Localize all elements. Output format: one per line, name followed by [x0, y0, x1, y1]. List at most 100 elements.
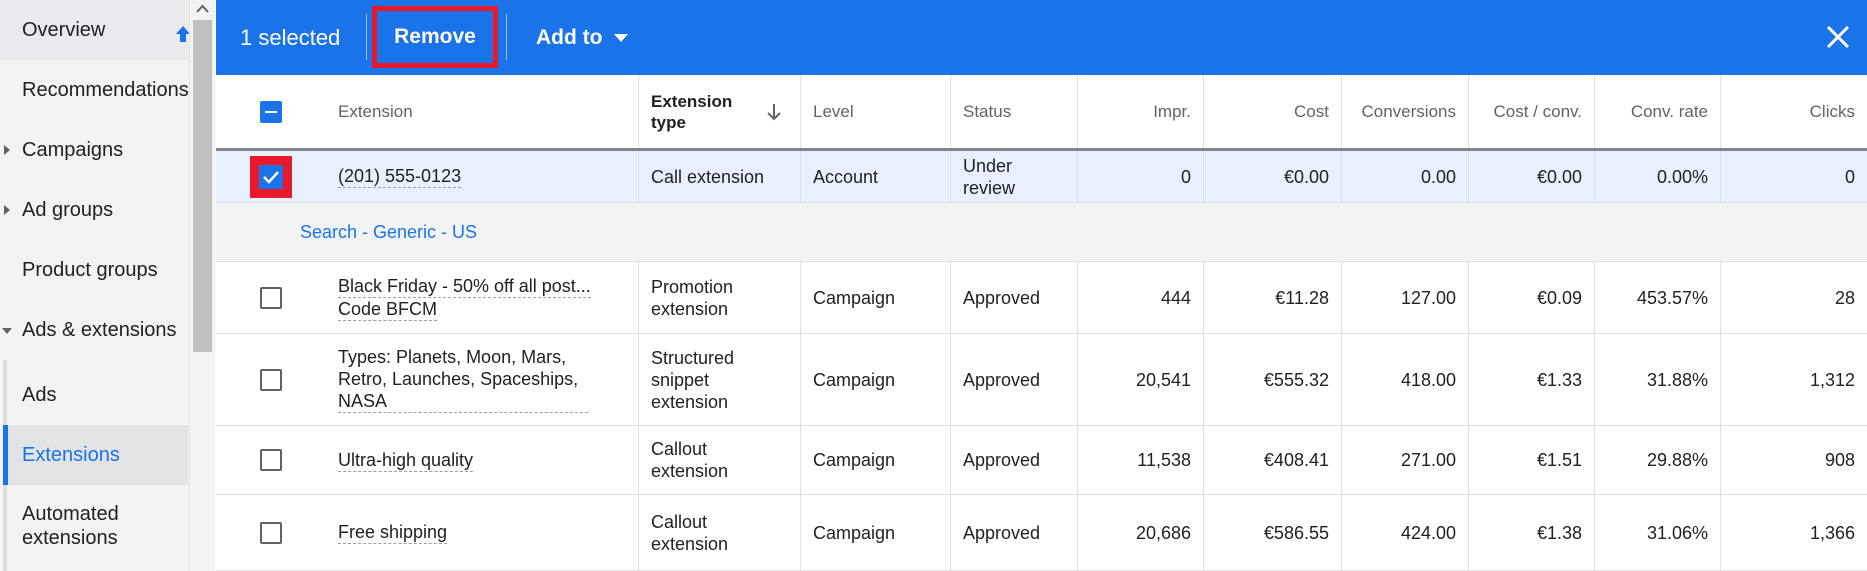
table-row[interactable]: Free shipping Callout extension Campaign… — [216, 495, 1867, 571]
cell-cost-per-conv: €1.38 — [1469, 495, 1595, 570]
close-icon[interactable] — [1823, 22, 1853, 52]
cell-level: Campaign — [801, 495, 951, 570]
cell-extension-type: Callout extension — [639, 495, 801, 570]
expand-caret-icon[interactable] — [4, 145, 10, 155]
cell-text: 0 — [1180, 166, 1191, 187]
col-header-extension[interactable]: Extension — [326, 75, 639, 148]
select-all-cell — [216, 75, 326, 148]
cell-text: 453.57% — [1636, 287, 1708, 308]
cell-clicks: 908 — [1721, 426, 1867, 494]
cell-level: Campaign — [801, 262, 951, 333]
cell-cost: €586.55 — [1204, 495, 1342, 570]
cell-impr: 444 — [1078, 262, 1204, 333]
table-row-selected[interactable]: (201) 555-0123 Call extension Account Un… — [216, 151, 1867, 203]
sidebar-item-label: Campaigns — [22, 138, 124, 161]
cell-extension[interactable]: (201) 555-0123 — [326, 151, 639, 202]
add-to-button[interactable]: Add to — [536, 0, 629, 75]
row-checkbox-cell — [216, 262, 326, 333]
sidebar-item-label: Product groups — [22, 258, 158, 281]
cell-cost-per-conv: €1.51 — [1469, 426, 1595, 494]
extension-link[interactable]: Free shipping — [338, 521, 448, 544]
sidebar-item-ads[interactable]: Ads — [6, 365, 188, 425]
extension-link[interactable]: Types: Planets, Moon, Mars, Retro, Launc… — [338, 346, 588, 413]
row-checkbox[interactable] — [260, 368, 282, 391]
cell-text: Campaign — [813, 287, 896, 308]
cell-text: 31.88% — [1646, 369, 1708, 390]
cell-extension[interactable]: Types: Planets, Moon, Mars, Retro, Launc… — [326, 334, 639, 425]
header-label: Extension type — [651, 91, 733, 132]
sidebar-item-overview[interactable]: Overview — [0, 0, 190, 60]
cell-conv-rate: 453.57% — [1595, 262, 1721, 333]
cell-text: €586.55 — [1263, 522, 1329, 543]
cell-text: 28 — [1834, 287, 1855, 308]
cell-text: Account — [813, 166, 879, 187]
extension-link[interactable]: Ultra-high quality — [338, 449, 474, 472]
cell-conv-rate: 0.00% — [1595, 151, 1721, 202]
cell-text: 0.00% — [1656, 166, 1708, 187]
collapse-caret-icon[interactable] — [2, 328, 12, 334]
pin-icon[interactable] — [176, 26, 190, 42]
sidebar-item-product-groups[interactable]: Product groups — [0, 240, 188, 300]
divider — [506, 14, 507, 60]
sidebar-item-ads-extensions[interactable]: Ads & extensions — [0, 300, 188, 360]
extension-link-line2[interactable]: Code BFCM — [338, 298, 438, 321]
sidebar: Overview Recommendations Campaigns Ad gr… — [0, 0, 215, 571]
cell-text: Approved — [963, 522, 1041, 543]
sidebar-item-automated-extensions[interactable]: Automated extensions — [6, 495, 156, 557]
table-row[interactable]: Types: Planets, Moon, Mars, Retro, Launc… — [216, 334, 1867, 426]
cell-text: Campaign — [813, 450, 896, 470]
sidebar-item-recommendations[interactable]: Recommendations — [0, 60, 189, 120]
row-checkbox[interactable] — [260, 521, 282, 544]
sidebar-item-label: Ads & extensions — [22, 318, 177, 341]
extension-link[interactable]: Black Friday - 50% off all post... — [338, 275, 591, 298]
scrollbar-thumb[interactable] — [193, 20, 212, 352]
row-checkbox-checked[interactable] — [259, 164, 283, 189]
cell-clicks: 1,312 — [1721, 334, 1867, 425]
campaign-group-link[interactable]: Search - Generic - US — [300, 203, 477, 261]
sort-down-arrow-icon[interactable] — [766, 103, 782, 121]
select-all-checkbox[interactable] — [260, 100, 282, 123]
cell-extension[interactable]: Free shipping — [326, 495, 639, 570]
cell-text: 29.88% — [1646, 450, 1708, 470]
col-header-level[interactable]: Level — [801, 75, 951, 148]
cell-conv-rate: 31.88% — [1595, 334, 1721, 425]
table-row[interactable]: Black Friday - 50% off all post... Code … — [216, 262, 1867, 334]
sidebar-scrollbar[interactable] — [189, 0, 215, 571]
cell-clicks: 28 — [1721, 262, 1867, 333]
sidebar-item-ad-groups[interactable]: Ad groups — [0, 180, 188, 240]
cell-status: Approved — [951, 334, 1078, 425]
col-header-cost[interactable]: Cost — [1204, 75, 1342, 148]
sidebar-item-extensions[interactable]: Extensions — [6, 425, 188, 485]
col-header-extension-type[interactable]: Extension type — [639, 75, 801, 148]
cell-status: Approved — [951, 262, 1078, 333]
header-label: Conv. rate — [1630, 101, 1708, 121]
extension-link[interactable]: (201) 555-0123 — [338, 165, 462, 188]
row-checkbox-cell — [216, 426, 326, 494]
cell-extension-type: Call extension — [639, 151, 801, 202]
expand-caret-icon[interactable] — [4, 205, 10, 215]
cell-text: Under review — [963, 155, 1016, 198]
cell-cost-per-conv: €0.09 — [1469, 262, 1595, 333]
row-checkbox[interactable] — [260, 449, 282, 471]
remove-button[interactable]: Remove — [372, 6, 498, 68]
row-checkbox[interactable] — [260, 286, 282, 309]
sidebar-item-campaigns[interactable]: Campaigns — [0, 120, 188, 180]
cell-extension[interactable]: Ultra-high quality — [326, 426, 639, 494]
cell-text: Approved — [963, 287, 1041, 308]
table-row[interactable]: Ultra-high quality Callout extension Cam… — [216, 426, 1867, 495]
col-header-conv-rate[interactable]: Conv. rate — [1595, 75, 1721, 148]
col-header-cost-per-conv[interactable]: Cost / conv. — [1469, 75, 1595, 148]
col-header-conversions[interactable]: Conversions — [1342, 75, 1469, 148]
col-header-clicks[interactable]: Clicks — [1721, 75, 1867, 148]
col-header-status[interactable]: Status — [951, 75, 1078, 148]
cell-cost-per-conv: €1.33 — [1469, 334, 1595, 425]
col-header-impr[interactable]: Impr. — [1078, 75, 1204, 148]
cell-impr: 20,686 — [1078, 495, 1204, 570]
cell-text: 0 — [1844, 166, 1855, 187]
cell-status: Approved — [951, 426, 1078, 494]
cell-text: 31.06% — [1646, 522, 1708, 543]
cell-extension-type: Promotion extension — [639, 262, 801, 333]
scroll-up-arrow-icon[interactable] — [196, 4, 209, 14]
cell-extension[interactable]: Black Friday - 50% off all post... Code … — [326, 262, 639, 333]
sidebar-item-label: Ad groups — [22, 198, 114, 221]
